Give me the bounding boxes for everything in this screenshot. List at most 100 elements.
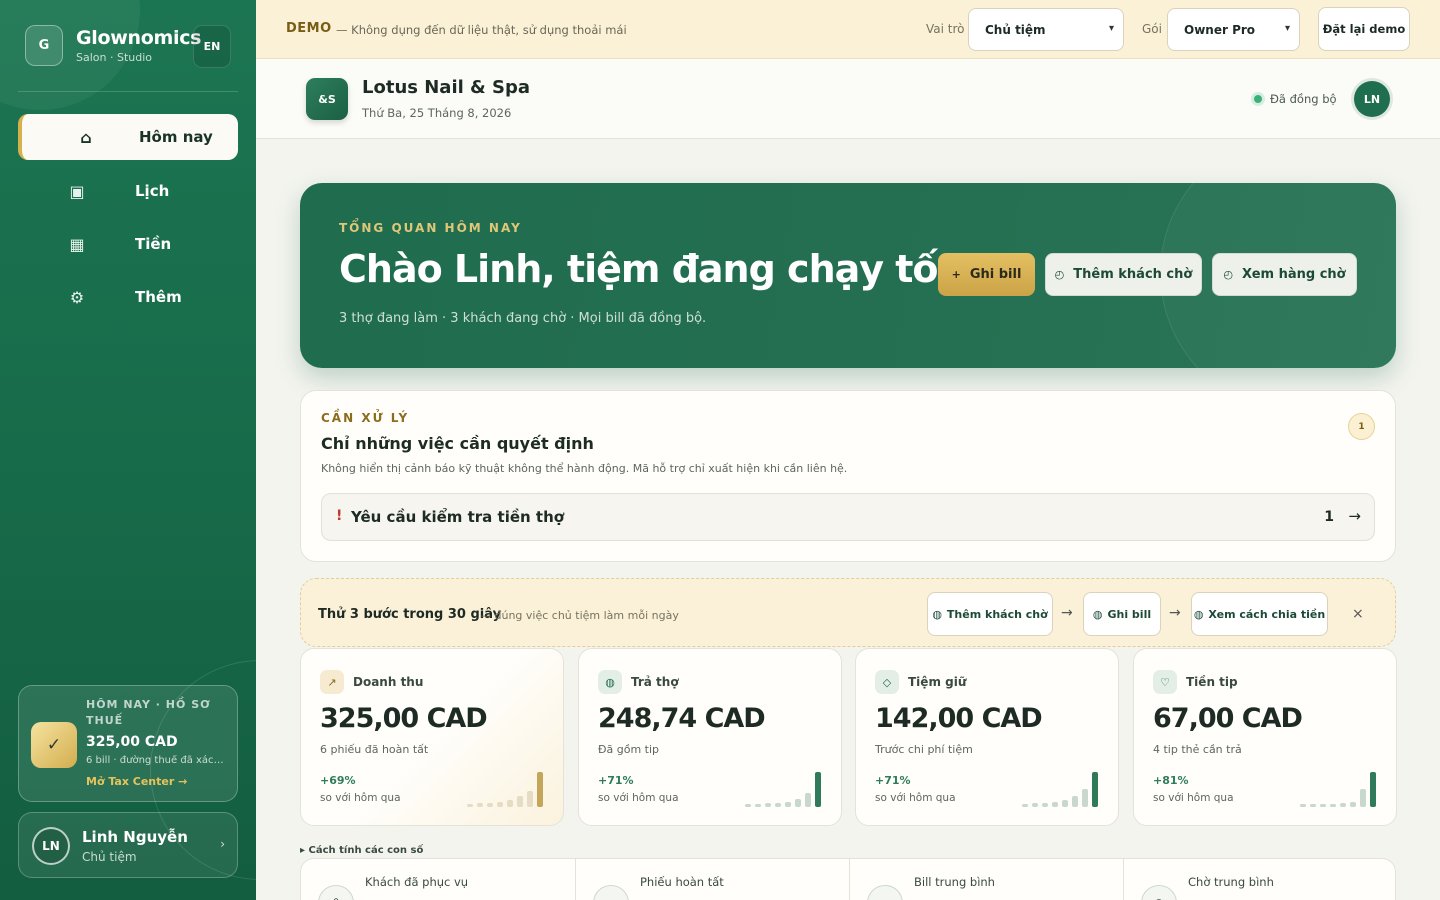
- sync-dot-icon: [1254, 95, 1262, 103]
- sparkline-bar: [815, 772, 821, 807]
- steps-note: — đúng việc chủ tiệm làm mỗi ngày: [480, 609, 679, 622]
- chevron-right-icon: ›: [220, 837, 225, 851]
- tax-summary-card[interactable]: ✓ HÔM NAY · HỒ SƠ THUẾ 325,00 CAD 6 bill…: [18, 685, 238, 802]
- stat-card-tips[interactable]: ♡ Tiền tip 67,00 CAD 4 tip thẻ cần trả +…: [1133, 648, 1397, 826]
- metric-customers-served[interactable]: ⚘ Khách đã phục vụ: [301, 859, 575, 900]
- metric-label: Khách đã phục vụ: [365, 875, 469, 889]
- step-icon: ◍: [932, 607, 942, 621]
- stat-delta: +71%: [875, 774, 911, 787]
- metric-tickets-done[interactable]: ▱ Phiếu hoàn tất: [575, 859, 849, 900]
- sidebar-item-calendar[interactable]: ▣ Lịch: [18, 168, 238, 214]
- metric-average-bill[interactable]: ↗ Bill trung bình: [849, 859, 1123, 900]
- diamond-icon: ◇: [875, 670, 899, 694]
- trend-up-icon: ↗: [867, 885, 903, 900]
- trend-up-icon: ↗: [320, 670, 344, 694]
- sparkline-bar: [467, 804, 473, 807]
- add-waiting-customer-button[interactable]: ◴ Thêm khách chờ: [1045, 253, 1202, 296]
- sync-label: Đã đồng bộ: [1270, 92, 1337, 106]
- brand[interactable]: G Glownomics Salon · Studio: [25, 25, 201, 66]
- needs-attention-panel: CẦN XỬ LÝ Chỉ những việc cần quyết định …: [300, 390, 1396, 562]
- sidebar-divider: [18, 91, 238, 92]
- hero-subtitle: 3 thợ đang làm · 3 khách đang chờ · Mọi …: [339, 311, 707, 326]
- stat-value: 325,00 CAD: [320, 703, 488, 734]
- user-profile-card[interactable]: LN Linh Nguyễn Chủ tiệm ›: [18, 812, 238, 878]
- stat-card-salon-keep[interactable]: ◇ Tiệm giữ 142,00 CAD Trước chi phí tiệm…: [855, 648, 1119, 826]
- open-tax-center-link[interactable]: Mở Tax Center →: [86, 775, 187, 788]
- view-queue-button[interactable]: ◴ Xem hàng chờ: [1212, 253, 1357, 296]
- avatar: LN: [32, 827, 70, 865]
- tax-amount: 325,00 CAD: [86, 734, 178, 750]
- plan-select-value: Owner Pro: [1184, 22, 1256, 37]
- record-bill-button[interactable]: + Ghi bill: [938, 253, 1035, 296]
- sidebar-item-money[interactable]: ▦ Tiền: [18, 221, 238, 267]
- gear-icon: ⚙: [69, 287, 85, 307]
- role-select[interactable]: Chủ tiệm ▾: [968, 8, 1124, 51]
- calendar-icon: ▣: [69, 181, 85, 201]
- stat-compare: so với hôm qua: [320, 792, 401, 804]
- arrow-right-icon: →: [1169, 605, 1181, 621]
- sparkline: [745, 772, 821, 807]
- sparkline-bar: [1340, 803, 1346, 807]
- step-record-bill-button[interactable]: ◍ Ghi bill: [1083, 592, 1161, 636]
- sidebar-item-today[interactable]: ⌂ Hôm nay: [18, 114, 238, 160]
- step-icon: ◍: [1193, 607, 1204, 621]
- salon-header: &S Lotus Nail & Spa Thứ Ba, 25 Tháng 8, …: [256, 59, 1440, 139]
- attention-title: Chỉ những việc cần quyết định: [321, 434, 594, 453]
- plan-label: Gói: [1142, 22, 1162, 36]
- sparkline-bar: [1032, 803, 1038, 807]
- sparkline-bar: [1092, 772, 1098, 807]
- sidebar-item-more[interactable]: ⚙ Thêm: [18, 274, 238, 320]
- stat-value: 142,00 CAD: [875, 703, 1043, 734]
- step-add-waiting-button[interactable]: ◍ Thêm khách chờ: [927, 592, 1053, 636]
- sidebar: G Glownomics Salon · Studio EN ⌂ Hôm nay…: [0, 0, 256, 900]
- attention-item-payout-review[interactable]: ! Yêu cầu kiểm tra tiền thợ 1 →: [321, 493, 1375, 541]
- how-numbers-calculated-toggle[interactable]: ▸ Cách tính các con số: [300, 845, 423, 856]
- sync-status: Đã đồng bộ: [1254, 92, 1337, 106]
- clock-icon: ◴: [1223, 268, 1234, 281]
- step-label: Xem cách chia tiền: [1208, 607, 1326, 621]
- metric-average-wait[interactable]: ◷ Chờ trung bình: [1123, 859, 1397, 900]
- hero-title: Chào Linh, tiệm đang chạy tốt.: [339, 247, 969, 291]
- stat-sub: 4 tip thẻ cần trả: [1153, 743, 1242, 756]
- stat-card-staff-pay[interactable]: ◍ Trả thợ 248,74 CAD Đã gồm tip +71% so …: [578, 648, 842, 826]
- stat-sub: Trước chi phí tiệm: [875, 743, 973, 756]
- stat-compare: so với hôm qua: [1153, 792, 1234, 804]
- sparkline-bar: [1300, 804, 1306, 807]
- role-label: Vai trò: [926, 22, 965, 36]
- sparkline-bar: [527, 791, 533, 807]
- language-toggle-button[interactable]: EN: [193, 25, 231, 68]
- view-queue-label: Xem hàng chờ: [1242, 267, 1346, 282]
- alert-icon: !: [336, 508, 343, 524]
- brand-name: Glownomics: [76, 27, 202, 49]
- sparkline-bar: [1330, 804, 1336, 807]
- close-icon[interactable]: ×: [1352, 606, 1364, 622]
- tax-card-title: HÔM NAY · HỒ SƠ THUẾ: [86, 698, 211, 727]
- avatar[interactable]: LN: [1354, 81, 1390, 117]
- plan-select[interactable]: Owner Pro ▾: [1167, 8, 1300, 51]
- sparkline-bar: [1082, 789, 1088, 807]
- sparkline-bar: [765, 803, 771, 807]
- check-icon: ✓: [31, 722, 77, 768]
- sidebar-item-label: Lịch: [135, 182, 170, 200]
- sparkline-bar: [497, 802, 503, 807]
- sparkline-bar: [477, 803, 483, 807]
- demo-tag: DEMO: [286, 21, 332, 36]
- flower-icon: ⚘: [318, 885, 354, 900]
- arrow-right-icon: →: [1348, 507, 1361, 525]
- stat-label: Doanh thu: [353, 675, 424, 689]
- attention-item-label: Yêu cầu kiểm tra tiền thợ: [351, 508, 565, 526]
- stat-delta: +81%: [1153, 774, 1189, 787]
- stat-sub: 6 phiếu đã hoàn tất: [320, 743, 429, 756]
- stat-card-revenue[interactable]: ↗ Doanh thu 325,00 CAD 6 phiếu đã hoàn t…: [300, 648, 564, 826]
- reset-demo-button[interactable]: Đặt lại demo: [1318, 7, 1410, 51]
- stat-sub: Đã gồm tip: [598, 743, 660, 756]
- role-select-value: Chủ tiệm: [985, 22, 1046, 37]
- salon-date: Thứ Ba, 25 Tháng 8, 2026: [362, 106, 512, 120]
- sidebar-item-label: Tiền: [135, 235, 172, 253]
- plus-icon: +: [951, 268, 961, 281]
- chevron-down-icon: ▾: [1108, 23, 1114, 34]
- secondary-metrics: ⚘ Khách đã phục vụ ▱ Phiếu hoàn tất ↗ Bi…: [300, 858, 1396, 900]
- step-view-split-button[interactable]: ◍ Xem cách chia tiền: [1191, 592, 1328, 636]
- stat-label: Trả thợ: [631, 675, 679, 689]
- sparkline-bar: [785, 802, 791, 807]
